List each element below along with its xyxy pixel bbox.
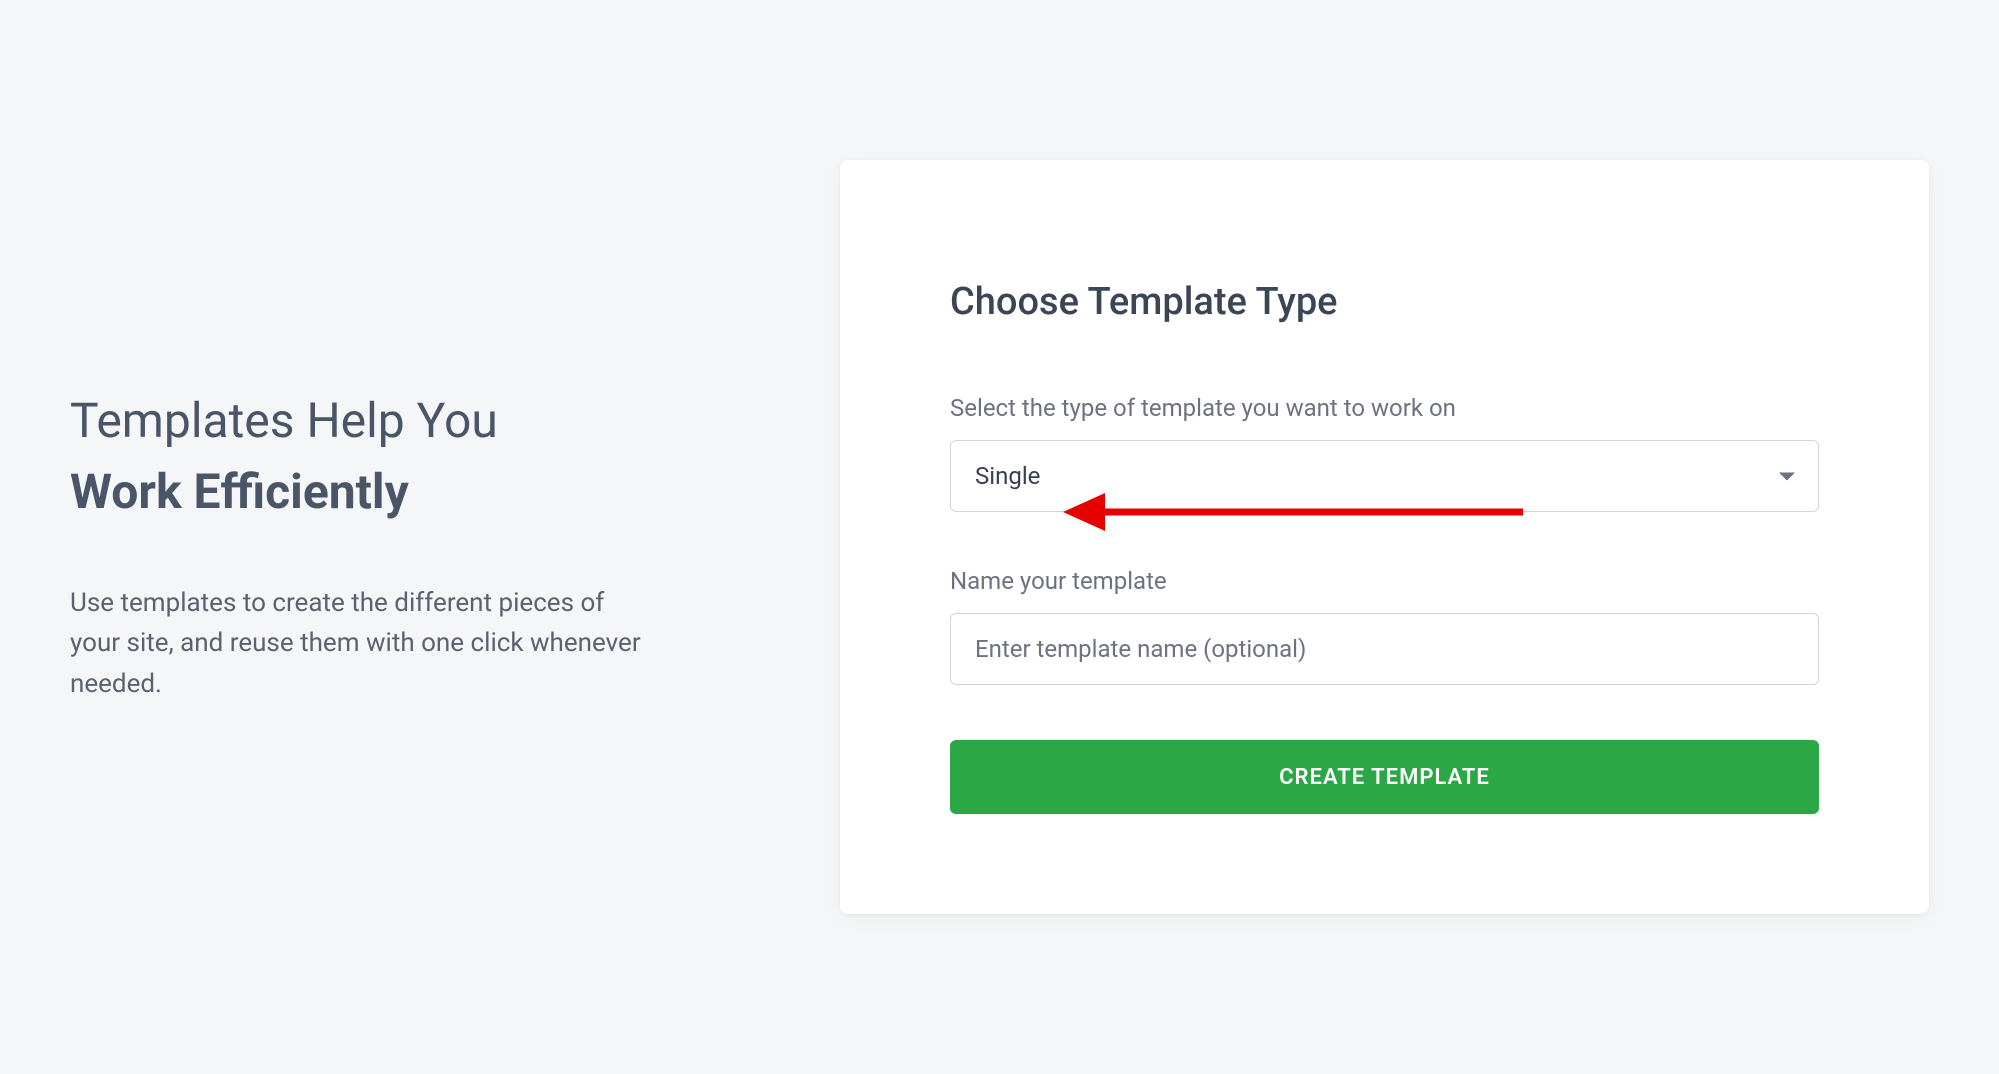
heading-line-1: Templates Help You (70, 390, 710, 452)
template-type-label: Select the type of template you want to … (950, 394, 1819, 422)
intro-panel: Templates Help You Work Efficiently Use … (70, 370, 710, 704)
template-form-card: Choose Template Type Select the type of … (840, 160, 1929, 914)
card-title: Choose Template Type (950, 280, 1819, 324)
create-template-button[interactable]: CREATE TEMPLATE (950, 740, 1819, 814)
intro-description: Use templates to create the different pi… (70, 583, 650, 704)
template-name-wrapper (950, 613, 1819, 685)
template-name-input[interactable] (950, 613, 1819, 685)
template-type-select-wrapper: Single (950, 440, 1819, 512)
heading-line-2: Work Efficiently (70, 461, 710, 523)
template-name-label: Name your template (950, 567, 1819, 595)
template-type-select[interactable]: Single (950, 440, 1819, 512)
